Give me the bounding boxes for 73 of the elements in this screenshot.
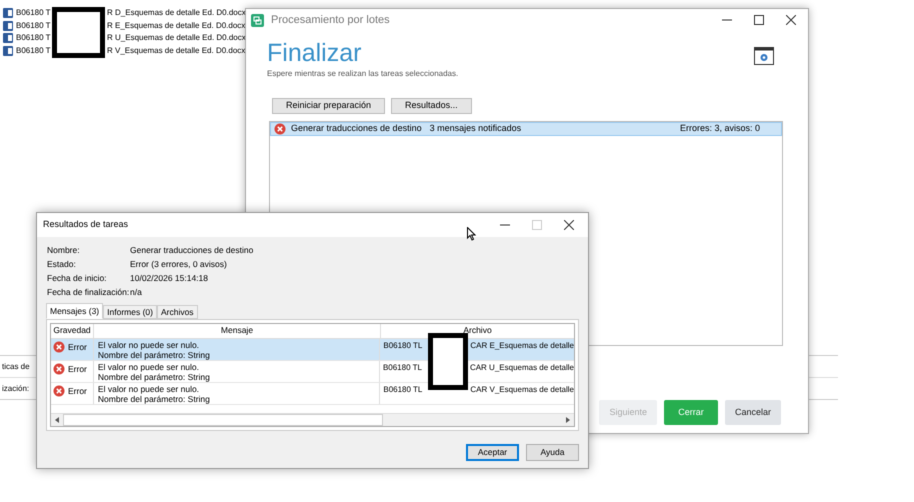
file-name: B06180 T — [16, 32, 52, 44]
page-heading: Finalizar — [267, 39, 362, 67]
file-name: B06180 T — [16, 44, 52, 57]
table-row[interactable]: Error El valor no puede ser nulo. Nombre del parámetro: String B06180 TL CAR U_Esquemas de detalle — [51, 361, 574, 383]
file-name: B06180 TL — [383, 340, 424, 352]
message-text: El valor no puede ser nulo. — [98, 340, 200, 350]
tab[interactable]: Informes (0) — [103, 305, 157, 319]
close-icon[interactable] — [564, 220, 574, 230]
file-name: R V_Esquemas de detalle Ed. D0.docx — [107, 44, 246, 57]
field-label: ticas de — [1, 360, 30, 372]
field-label: ización: — [1, 382, 30, 394]
tab[interactable]: Mensajes (3) — [46, 303, 104, 319]
document-icon — [3, 33, 13, 44]
severity-cell: Error — [68, 363, 87, 376]
file-name: R E_Esquemas de detalle Ed. D0.docx — [107, 20, 246, 32]
severity-cell: Error — [68, 341, 87, 354]
field-value: 10/02/2026 15:14:18 — [130, 272, 208, 285]
file-name: R D_Esquemas de detalle Ed. D0.docx — [107, 7, 246, 20]
app-logo-icon — [251, 14, 264, 26]
document-icon — [3, 8, 13, 18]
redaction-block — [52, 7, 105, 58]
task-messages: 3 mensajes notificados — [430, 122, 522, 136]
error-icon — [274, 123, 286, 135]
file-name: CAR V_Esquemas de detalle — [470, 384, 574, 396]
window-title: Procesamiento por lotes — [271, 12, 390, 28]
file-name: B06180 TL — [383, 384, 424, 396]
dialog-title: Resultados de tareas — [43, 218, 128, 232]
file-name: CAR E_Esquemas de detalle — [470, 340, 574, 352]
field-value: Generar traducciones de destino — [130, 244, 254, 257]
right-arrow-icon — [566, 417, 570, 423]
error-icon — [53, 363, 65, 375]
task-name: Generar traducciones de destino — [291, 122, 422, 136]
table-row[interactable]: Error El valor no puede ser nulo. Nombre del parámetro: String B06180 TL CAR E_Esquemas de detalle — [51, 339, 574, 361]
document-icon — [3, 46, 13, 56]
field-label: Estado: — [47, 258, 77, 271]
message-text: Nombre del parámetro: String — [98, 350, 211, 360]
tab[interactable]: Archivos — [156, 305, 198, 319]
action-button[interactable]: Reiniciar preparación — [272, 98, 386, 114]
action-button[interactable]: Resultados... — [391, 98, 472, 114]
document-icon — [3, 20, 13, 31]
message-text: El valor no puede ser nulo. — [98, 362, 200, 372]
file-name: R U_Esquemas de detalle Ed. D0.docx — [107, 32, 246, 44]
message-text: El valor no puede ser nulo. — [98, 384, 200, 394]
field-label: Fecha de finalización: — [47, 286, 130, 299]
severity-cell: Error — [68, 385, 87, 398]
task-summary: Errores: 3, avisos: 0 — [680, 122, 760, 136]
column-header: Archivo — [462, 324, 493, 337]
message-text: Nombre del parámetro: String — [98, 372, 211, 382]
file-name: B06180 T — [16, 7, 52, 20]
field-label: Fecha de inicio: — [47, 272, 108, 285]
close-icon[interactable] — [786, 15, 796, 25]
page-subtitle: Espere mientras se realizan las tareas seleccionadas. — [267, 68, 458, 80]
file-name: B06180 TL — [382, 362, 423, 374]
field-value: Error (3 errores, 0 avisos) — [130, 258, 227, 271]
redaction-block — [428, 333, 468, 390]
column-header: Mensaje — [94, 324, 381, 338]
field-label: Nombre: — [47, 244, 81, 257]
message-text: Nombre del parámetro: String — [98, 394, 211, 404]
error-icon — [53, 385, 65, 397]
field-value: n/a — [130, 286, 142, 299]
dialog-button[interactable]: Cancelar — [724, 400, 781, 425]
settings-window-icon[interactable] — [754, 47, 774, 65]
dialog-button[interactable]: Ayuda — [526, 444, 579, 461]
left-arrow-icon — [55, 417, 59, 423]
error-icon — [53, 341, 65, 353]
maximize-icon[interactable] — [754, 15, 764, 25]
scrollbar-thumb[interactable] — [63, 414, 383, 426]
table-row[interactable]: Error El valor no puede ser nulo. Nombre del parámetro: String B06180 TL CAR V_Esquemas de detalle — [51, 383, 574, 405]
file-name: B06180 T — [16, 20, 52, 32]
file-name: CAR U_Esquemas de detalle — [470, 362, 574, 374]
task-row[interactable]: Generar traducciones de destino 3 mensajes notificados Errores: 3, avisos: 0 — [270, 122, 782, 136]
dialog-button[interactable]: Aceptar — [466, 444, 519, 461]
column-header: Gravedad — [51, 324, 94, 338]
